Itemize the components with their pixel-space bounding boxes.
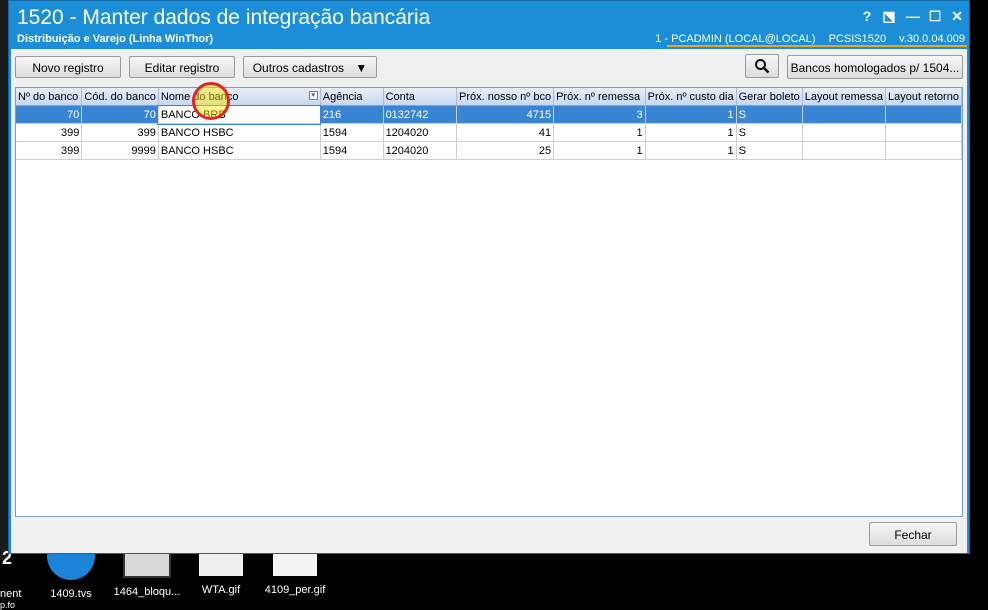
window-title: 1520 - Manter dados de integração bancár… [17, 6, 431, 29]
status-user: 1 - PCADMIN (LOCAL@LOCAL) [655, 33, 816, 45]
close-button[interactable]: Fechar [869, 522, 957, 546]
column-header-next-daily-cost[interactable]: Próx. nº custo dia [645, 88, 737, 106]
grid-header-row: Nº do banco Cód. do banco Nome do banco ▾… [16, 88, 962, 106]
column-header-label: Nome do banco [160, 90, 239, 103]
cell[interactable]: 70 [81, 105, 159, 124]
column-header-account[interactable]: Conta [383, 88, 458, 106]
cell[interactable]: 1 [553, 141, 646, 160]
cell[interactable]: 3 [553, 105, 646, 124]
cell[interactable] [802, 141, 887, 160]
gif-thumbnail-icon [199, 552, 243, 576]
cell[interactable]: 4715 [456, 105, 555, 124]
status-info: 1 - PCADMIN (LOCAL@LOCAL) PCSIS1520 v.30… [645, 33, 965, 45]
cell[interactable]: S [736, 123, 803, 142]
gif-thumbnail-icon [273, 552, 317, 576]
cell[interactable]: 70 [16, 105, 83, 124]
cell[interactable]: S [736, 105, 803, 124]
cell[interactable]: 1 [645, 123, 737, 142]
cell[interactable]: S [736, 141, 803, 160]
bank-integration-grid: Nº do banco Cód. do banco Nome do banco ▾… [15, 87, 963, 517]
cell[interactable]: 1 [645, 141, 737, 160]
column-header-generate-boleto[interactable]: Gerar boleto [736, 88, 803, 106]
table-row[interactable]: 399 399 BANCO HSBC 1594 1204020 41 1 1 S [16, 123, 962, 142]
column-header-next-remittance[interactable]: Próx. nº remessa [553, 88, 646, 106]
desktop-icon-label: 4109_per.gif [264, 584, 326, 596]
table-row-selected[interactable]: 70 70 BANCO BRB 216 0132742 4715 3 1 S [16, 104, 962, 125]
cell[interactable]: 9999 [81, 141, 159, 160]
cell[interactable]: 25 [456, 141, 555, 160]
cell[interactable] [885, 141, 962, 160]
filter-icon[interactable]: ▾ [308, 91, 318, 100]
cell[interactable] [802, 105, 887, 124]
cell[interactable]: BANCO HSBC [158, 123, 321, 142]
grid-table: Nº do banco Cód. do banco Nome do banco ▾… [16, 88, 962, 160]
other-registers-label: Outros cadastros [252, 61, 345, 75]
cell[interactable]: 1594 [320, 141, 384, 160]
edit-record-button[interactable]: Editar registro [129, 56, 235, 78]
cell[interactable]: 399 [16, 141, 83, 160]
maximize-button[interactable]: ☐ [925, 7, 945, 25]
search-icon [755, 59, 770, 74]
search-button[interactable] [745, 54, 779, 78]
desktop-left-strip [0, 0, 8, 560]
cell[interactable]: 1204020 [383, 141, 458, 160]
cell[interactable]: BANCO HSBC [158, 141, 321, 160]
cell[interactable] [885, 105, 962, 124]
cell[interactable]: 399 [16, 123, 83, 142]
help-button[interactable]: ? [857, 7, 877, 25]
cell[interactable]: 1594 [320, 123, 384, 142]
cell[interactable]: 41 [456, 123, 555, 142]
status-version: v.30.0.04.009 [899, 33, 965, 45]
new-record-button[interactable]: Novo registro [15, 56, 121, 78]
cell[interactable] [885, 123, 962, 142]
window-content: Novo registro Editar registro Outros cad… [11, 49, 967, 553]
window-subtitle: Distribuição e Varejo (Linha WinThor) [17, 33, 214, 45]
column-header-next-our-number[interactable]: Próx. nosso nº bco [456, 88, 555, 106]
desktop-fragment-text-2: p.fo [0, 600, 16, 610]
column-header-agency[interactable]: Agência [320, 88, 384, 106]
tvs-file-icon [47, 552, 95, 580]
column-header-layout-remittance[interactable]: Layout remessa [802, 88, 887, 106]
close-window-button[interactable]: ✕ [947, 7, 967, 25]
column-header-bank-name[interactable]: Nome do banco ▾ [158, 88, 321, 106]
desktop-fragment-text: nent [0, 588, 22, 600]
column-header-bank-number[interactable]: Nº do banco [16, 88, 83, 106]
cell[interactable] [802, 123, 887, 142]
cell[interactable]: 0132742 [383, 105, 458, 124]
column-header-bank-code[interactable]: Cód. do banco [81, 88, 159, 106]
cell-editing[interactable]: BANCO BRB [157, 104, 322, 125]
status-accent-bar [667, 45, 967, 47]
main-window: 1520 - Manter dados de integração bancár… [8, 0, 970, 554]
restore-button[interactable]: ⬔ [879, 7, 899, 25]
cell[interactable]: 1 [645, 105, 737, 124]
title-bar[interactable]: 1520 - Manter dados de integração bancár… [9, 1, 969, 49]
cell[interactable]: 399 [81, 123, 159, 142]
minimize-button[interactable]: — [903, 7, 923, 25]
approved-banks-button[interactable]: Bancos homologados p/ 1504... [787, 55, 963, 79]
cell[interactable]: 216 [320, 105, 384, 124]
other-registers-button[interactable]: Outros cadastros ▼ [243, 56, 377, 78]
table-row[interactable]: 399 9999 BANCO HSBC 1594 1204020 25 1 1 … [16, 141, 962, 160]
desktop-file-4109[interactable]: 4109_per.gif [250, 552, 340, 596]
cell[interactable]: 1 [553, 123, 646, 142]
status-routine: PCSIS1520 [828, 33, 887, 45]
gif-thumbnail-icon [123, 552, 171, 578]
cell[interactable]: 1204020 [383, 123, 458, 142]
column-header-layout-return[interactable]: Layout retorno [885, 88, 962, 106]
chevron-down-icon: ▼ [355, 61, 368, 75]
